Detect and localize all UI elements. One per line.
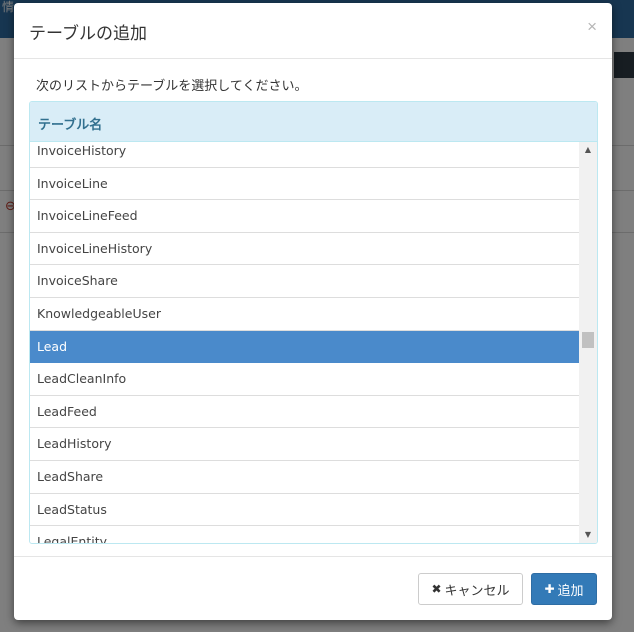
table-list-viewport[interactable]: InvoiceHistory InvoiceLine InvoiceLineFeed…: [30, 142, 579, 543]
add-table-dialog: テーブルの追加 × 次のリストからテーブルを選択してください。 テーブル名 In…: [14, 3, 612, 620]
table-list: InvoiceHistory InvoiceLine InvoiceLineFeed…: [30, 142, 579, 543]
table-row[interactable]: InvoiceLineHistory: [30, 233, 579, 266]
dialog-header: テーブルの追加 ×: [14, 3, 612, 59]
scroll-up-arrow-icon[interactable]: ▲: [579, 142, 597, 158]
dialog-description: 次のリストからテーブルを選択してください。: [36, 79, 308, 94]
dialog-title: テーブルの追加: [29, 24, 147, 44]
scroll-down-arrow-icon[interactable]: ▼: [579, 527, 597, 543]
table-row[interactable]: InvoiceLine: [30, 168, 579, 201]
cancel-button[interactable]: ✖ キャンセル: [418, 573, 523, 605]
add-button[interactable]: ✚ 追加: [531, 573, 597, 605]
table-list-scrollbar[interactable]: ▲ ▼: [579, 142, 597, 543]
table-name-column-header: テーブル名: [38, 118, 103, 133]
table-row[interactable]: Lead: [30, 330, 579, 364]
close-icon[interactable]: ×: [587, 17, 597, 37]
table-row[interactable]: LegalEntity: [30, 526, 579, 543]
table-row[interactable]: InvoiceHistory: [30, 142, 579, 168]
table-row[interactable]: InvoiceLineFeed: [30, 200, 579, 233]
close-icon: ✖: [431, 582, 442, 596]
plus-icon: ✚: [544, 582, 555, 596]
scrollbar-thumb[interactable]: [582, 332, 594, 348]
cancel-button-label: キャンセル: [444, 583, 510, 599]
table-row[interactable]: LeadFeed: [30, 396, 579, 429]
table-row[interactable]: LeadShare: [30, 461, 579, 494]
table-row[interactable]: KnowledgeableUser: [30, 298, 579, 331]
table-row[interactable]: LeadStatus: [30, 494, 579, 527]
dialog-footer: ✖ キャンセル ✚ 追加: [14, 556, 612, 621]
table-list-panel: テーブル名 InvoiceHistory InvoiceLine InvoiceLi…: [29, 101, 598, 544]
table-list-header: テーブル名: [30, 102, 597, 142]
table-row[interactable]: LeadHistory: [30, 428, 579, 461]
table-row[interactable]: InvoiceShare: [30, 265, 579, 298]
add-button-label: 追加: [557, 583, 584, 599]
table-row[interactable]: LeadCleanInfo: [30, 363, 579, 396]
